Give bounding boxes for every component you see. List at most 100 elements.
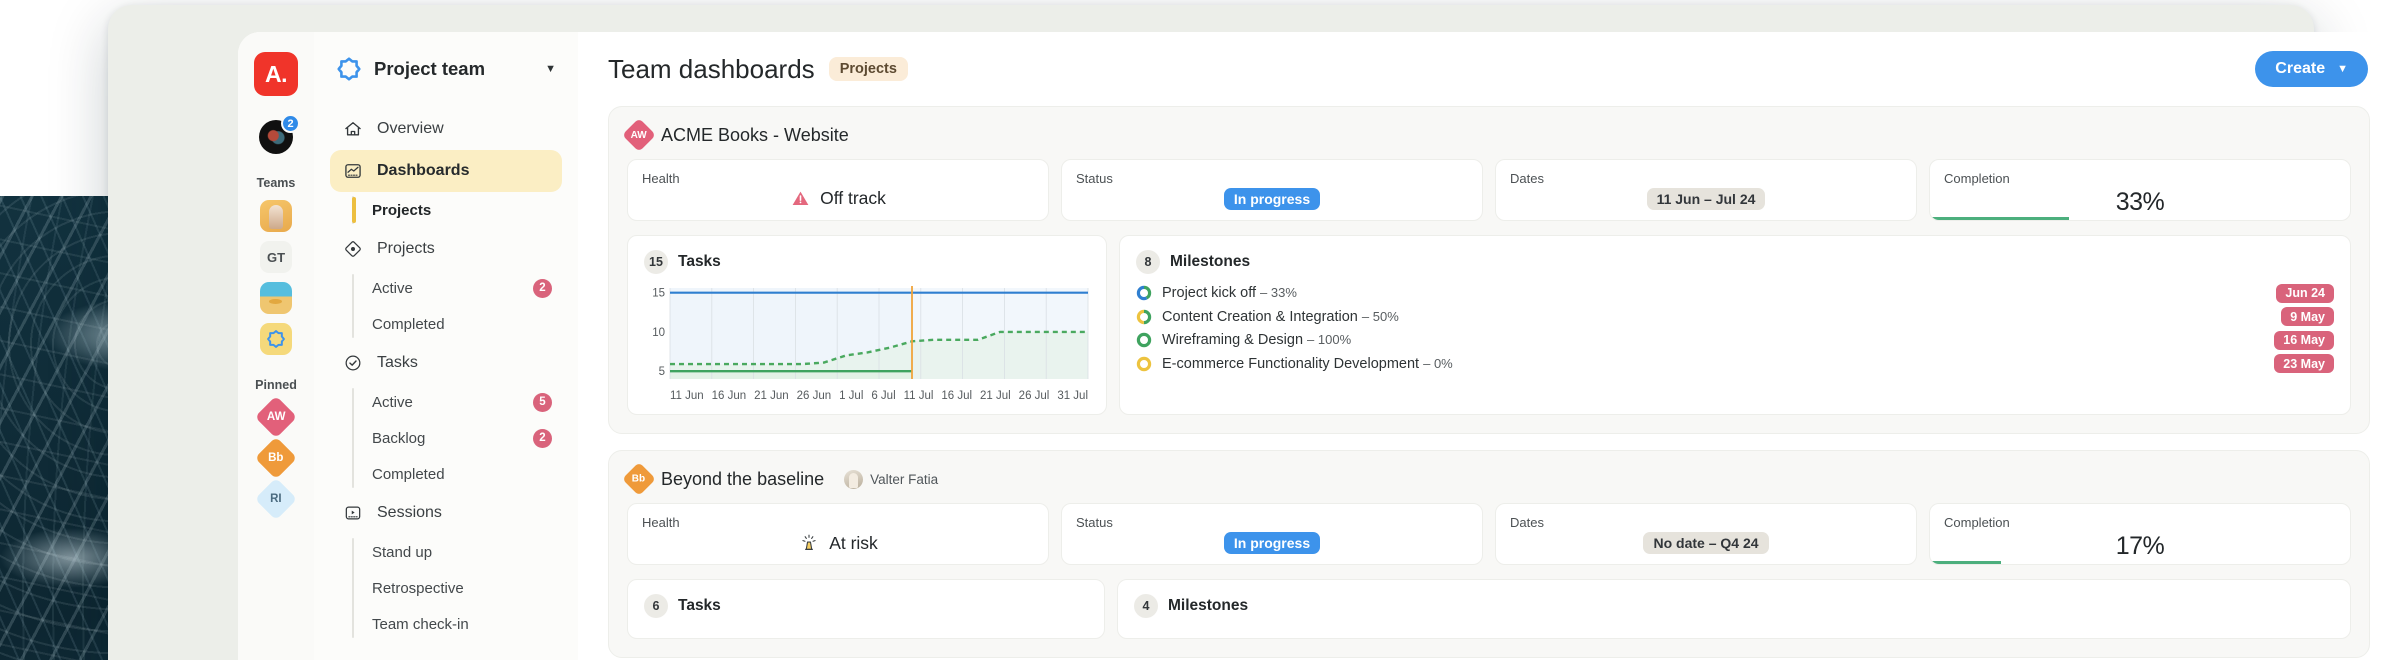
sidebar-item-tasks[interactable]: Tasks [330, 342, 562, 384]
sidebar-subitem-team-checkin[interactable]: Team check-in [354, 606, 562, 642]
completion-label: Completion [1944, 171, 2010, 186]
milestone-progress-ring-icon [1136, 309, 1152, 324]
project-card-header: AW ACME Books - Website [622, 118, 2351, 152]
warning-triangle-icon [792, 191, 809, 205]
completion-value: 17% [1944, 532, 2336, 561]
chevron-down-icon[interactable]: ▼ [545, 63, 556, 75]
tasks-panel-header: 6 Tasks [644, 594, 1088, 618]
milestone-row[interactable]: Wireframing & Design – 100% 16 May [1136, 329, 2334, 352]
dashboards-subnav: Projects [330, 192, 562, 228]
sessions-play-icon [342, 502, 364, 524]
app-logo[interactable]: A. [254, 52, 298, 96]
dates-label: Dates [1510, 515, 1544, 530]
sidebar-subitem-label: Active [372, 393, 413, 411]
sidebar-subitem-projects-active[interactable]: Active 2 [354, 270, 562, 306]
status-badge: In progress [1223, 188, 1321, 210]
health-label: Health [642, 515, 680, 530]
page-header: Team dashboards Projects Create ▼ [578, 32, 2400, 106]
tasks-burnup-chart: 5 10 15 [644, 282, 1090, 387]
project-initials: AW [630, 129, 648, 141]
milestones-panel-header: 8 Milestones [1136, 250, 2334, 274]
sidebar-subitem-tasks-completed[interactable]: Completed [354, 456, 562, 492]
milestones-panel-header: 4 Milestones [1134, 594, 2334, 618]
milestone-name: Wireframing & Design – 100% [1162, 332, 1352, 349]
sidebar-subitem-label: Active [372, 279, 413, 297]
sidebar-item-sessions-label: Sessions [377, 504, 442, 521]
health-value: At risk [642, 532, 1034, 554]
svg-text:5: 5 [659, 366, 665, 378]
workspace-name: Project team [374, 58, 486, 79]
completion-progress-bar [1930, 561, 2002, 564]
user-avatar-wrapper[interactable]: 2 [259, 114, 300, 154]
milestone-percent: – 0% [1423, 355, 1453, 371]
dates-value: 11 Jun – Jul 24 [1510, 188, 1902, 210]
sidebar-subitem-label: Backlog [372, 429, 426, 447]
app-window: A. 2 Teams GT Pinned AW Bb RI Project te… [238, 32, 2400, 660]
milestone-row[interactable]: E-commerce Functionality Development – 0… [1136, 353, 2334, 376]
pinned-tile-ri[interactable]: RI [254, 477, 298, 521]
sidebar-item-sessions[interactable]: Sessions [330, 492, 562, 534]
workspace-rail: A. 2 Teams GT Pinned AW Bb RI [238, 32, 314, 660]
team-tile-beach[interactable] [260, 282, 292, 314]
sidebar-subitem-tasks-backlog[interactable]: Backlog 2 [354, 420, 562, 456]
project-title[interactable]: ACME Books - Website [661, 125, 849, 146]
dates-value: No date – Q4 24 [1510, 532, 1902, 554]
project-owner: Valter Fatia [844, 469, 938, 489]
pinned-tile-ri-label: RI [270, 493, 282, 505]
page-title: Team dashboards [608, 53, 815, 84]
pinned-tile-aw[interactable]: AW [254, 395, 298, 439]
completion-tile: Completion 17% [1929, 503, 2351, 565]
milestone-row[interactable]: Content Creation & Integration – 50% 9 Ma… [1136, 306, 2334, 329]
health-label: Health [642, 171, 680, 186]
sidebar-subitem-standup[interactable]: Stand up [354, 534, 562, 570]
pinned-tile-bb-label: Bb [268, 452, 284, 464]
star-burst-icon [267, 330, 285, 348]
milestones-panel-title: Milestones [1170, 253, 1251, 270]
alarm-beacon-icon [802, 534, 816, 551]
sidebar-subitem-dashboards-projects[interactable]: Projects [352, 192, 562, 228]
sidebar-item-overview-label: Overview [377, 120, 444, 137]
milestone-name: E-commerce Functionality Development – 0… [1162, 355, 1453, 372]
project-initials: Bb [632, 473, 646, 485]
milestone-percent: – 100% [1307, 332, 1352, 348]
sidebar-subitem-projects-completed[interactable]: Completed [354, 306, 562, 342]
project-stat-row: Health Off track Status In progress Date… [627, 159, 2351, 221]
team-tile-gt[interactable]: GT [260, 241, 292, 273]
create-button[interactable]: Create ▼ [2255, 51, 2368, 87]
milestones-panel-title: Milestones [1168, 597, 1249, 614]
x-tick-label: 26 Jun [796, 390, 832, 402]
workspace-switcher[interactable]: Project team ▼ [330, 54, 562, 82]
check-circle-icon [342, 352, 364, 374]
project-title[interactable]: Beyond the baseline [661, 469, 824, 490]
milestone-progress-ring-icon [1136, 356, 1152, 371]
sidebar-subitem-retrospective[interactable]: Retrospective [354, 570, 562, 606]
pinned-section-label: Pinned [255, 378, 297, 392]
pinned-tile-aw-label: AW [266, 411, 286, 423]
tasks-panel-title: Tasks [678, 253, 721, 270]
milestones-panel: 4 Milestones [1117, 579, 2351, 639]
sidebar-subitem-label: Team check-in [372, 615, 469, 633]
status-value: In progress [1076, 188, 1468, 210]
completion-percent: 33% [2115, 188, 2165, 216]
pinned-tile-bb[interactable]: Bb [254, 436, 298, 480]
status-value: In progress [1076, 532, 1468, 554]
teams-section-label: Teams [256, 176, 296, 190]
team-tile-star[interactable] [260, 323, 292, 355]
milestone-progress-ring-icon [1136, 286, 1152, 301]
sidebar-subitem-tasks-active[interactable]: Active 5 [354, 384, 562, 420]
milestone-list: Project kick off – 33% Jun 24 Content Crea… [1136, 282, 2334, 375]
milestone-date-badge: 9 May [2281, 307, 2334, 327]
milestone-row[interactable]: Project kick off – 33% Jun 24 [1136, 282, 2334, 305]
team-tile-statue[interactable] [260, 200, 292, 232]
sidebar-item-dashboards[interactable]: Dashboards [330, 150, 562, 192]
dates-label: Dates [1510, 171, 1544, 186]
health-tile: Health Off track [627, 159, 1049, 221]
sidebar-item-projects[interactable]: Projects [330, 228, 562, 270]
x-tick-label: 26 Jul [1018, 390, 1050, 402]
status-badge: In progress [1223, 532, 1321, 554]
svg-text:10: 10 [652, 327, 665, 339]
milestones-count-badge: 4 [1134, 594, 1158, 618]
milestone-date-badge: Jun 24 [2276, 283, 2334, 303]
sidebar-item-overview[interactable]: Overview [330, 108, 562, 150]
owner-avatar [844, 469, 864, 489]
